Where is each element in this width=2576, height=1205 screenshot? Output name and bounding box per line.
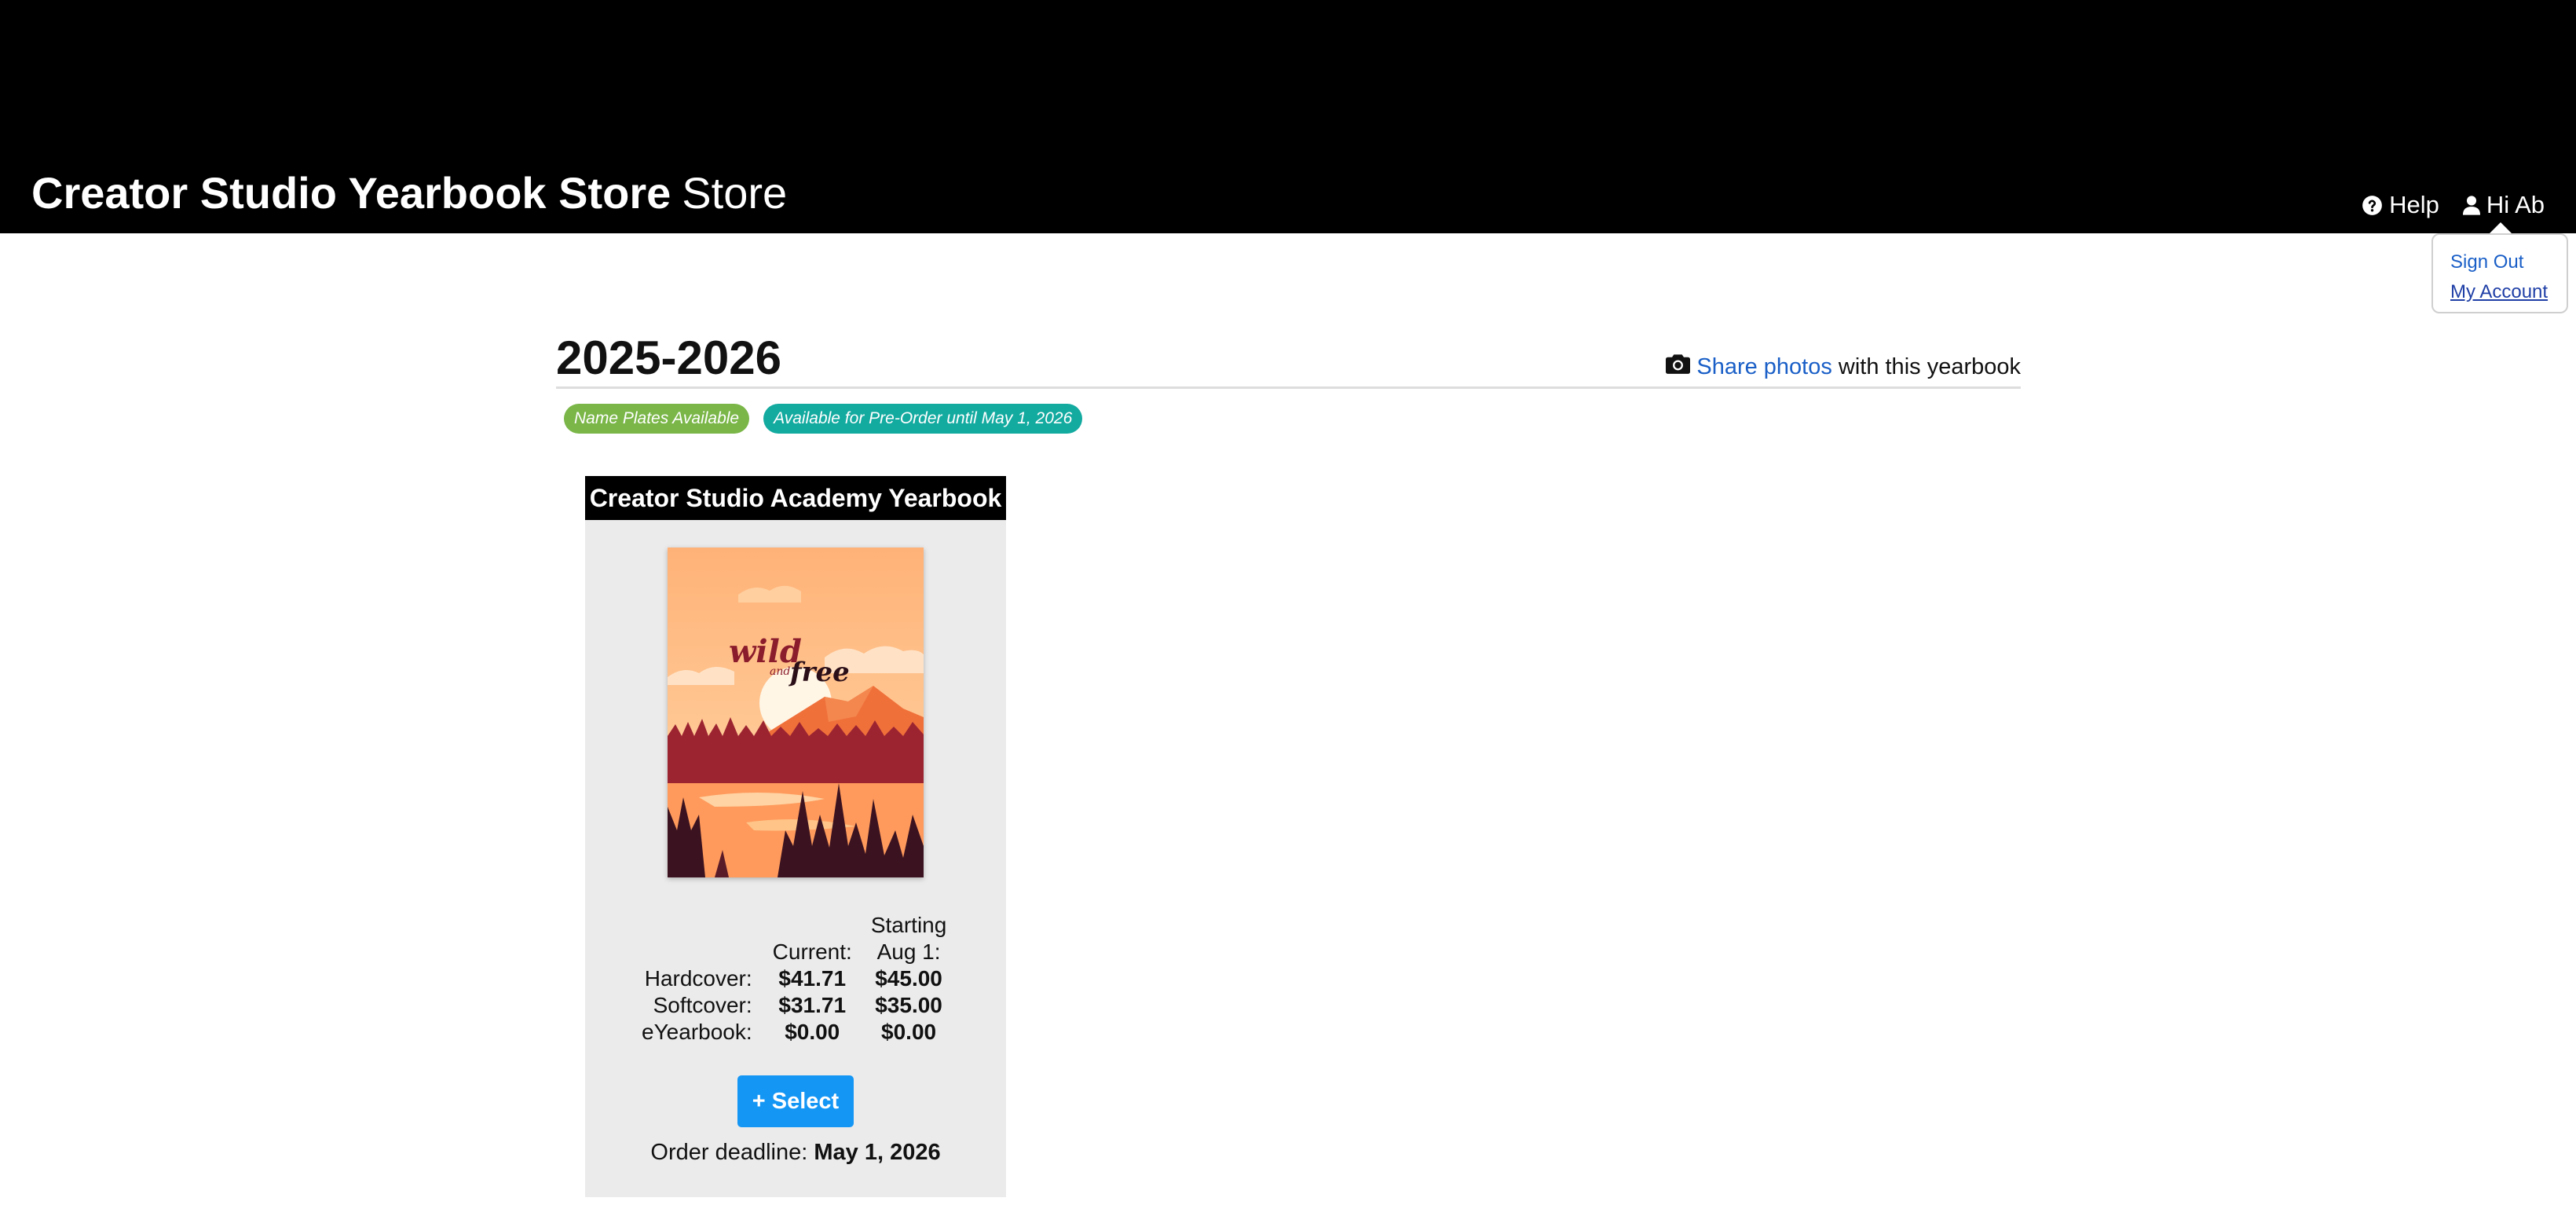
preorder-badge: Available for Pre-Order until May 1, 202…: [763, 404, 1083, 434]
price-row: Softcover: $31.71 $35.00: [632, 992, 956, 1019]
order-deadline: Order deadline: May 1, 2026: [585, 1137, 1006, 1167]
current-price-header: Current:: [772, 939, 852, 964]
yearbook-title: Creator Studio Academy Yearbook: [585, 476, 1006, 520]
order-deadline-date: May 1, 2026: [814, 1140, 941, 1165]
user-menu-toggle[interactable]: Hi Ab: [2462, 189, 2545, 221]
dropdown-caret: [2490, 222, 2512, 233]
order-deadline-label: Order deadline:: [650, 1140, 808, 1165]
cover-title-free: free: [789, 657, 850, 688]
current-price: $41.71: [778, 966, 847, 991]
user-greeting: Hi Ab: [2486, 191, 2545, 218]
yearbook-card: Creator Studio Academy Yearbook wild and…: [585, 476, 1006, 1197]
future-price: $0.00: [881, 1020, 937, 1044]
share-photos-suffix: with this yearbook: [1838, 354, 2021, 379]
top-header: Creator Studio Yearbook Store Store Help …: [0, 0, 2576, 233]
user-dropdown-menu: Sign Out My Account: [2431, 233, 2568, 313]
page-title: 2025-2026: [556, 331, 781, 384]
price-row-label: Softcover:: [653, 993, 752, 1017]
cover-title-and: and: [770, 665, 790, 678]
store-suffix: Store: [682, 168, 788, 218]
badge-row: Name Plates Available Available for Pre-…: [564, 404, 1083, 434]
future-price: $45.00: [875, 966, 942, 991]
sign-out-link[interactable]: Sign Out: [2450, 247, 2567, 277]
current-price: $0.00: [785, 1020, 840, 1044]
price-table: Current: Starting Aug 1: Hardcover: $41.7…: [632, 912, 956, 1046]
store-brand[interactable]: Creator Studio Yearbook Store Store: [31, 163, 787, 223]
question-circle-icon: [2362, 195, 2383, 216]
price-row-label: Hardcover:: [644, 966, 752, 991]
future-price: $35.00: [875, 993, 942, 1017]
yearbook-cover-image[interactable]: wild and free: [668, 548, 924, 877]
camera-icon: [1666, 352, 1691, 382]
future-price-header: Starting Aug 1:: [870, 913, 947, 964]
my-account-link[interactable]: My Account: [2450, 277, 2567, 307]
price-row: eYearbook: $0.00 $0.00: [632, 1019, 956, 1046]
select-yearbook-button[interactable]: + Select: [737, 1075, 854, 1127]
share-photos: Share photos with this yearbook: [1666, 352, 2021, 382]
share-photos-link[interactable]: Share photos: [1696, 352, 1832, 382]
price-row-label: eYearbook:: [642, 1020, 752, 1044]
help-label: Help: [2389, 191, 2439, 218]
name-plates-badge: Name Plates Available: [564, 404, 750, 434]
header-nav: Help Hi Ab: [2362, 189, 2545, 221]
current-price: $31.71: [778, 993, 847, 1017]
store-name: Creator Studio Yearbook Store: [31, 168, 671, 218]
user-icon: [2462, 195, 2480, 216]
price-row: Hardcover: $41.71 $45.00: [632, 965, 956, 992]
price-header-row: Current: Starting Aug 1:: [632, 912, 956, 965]
help-link[interactable]: Help: [2362, 189, 2439, 221]
title-divider: [556, 386, 2021, 389]
